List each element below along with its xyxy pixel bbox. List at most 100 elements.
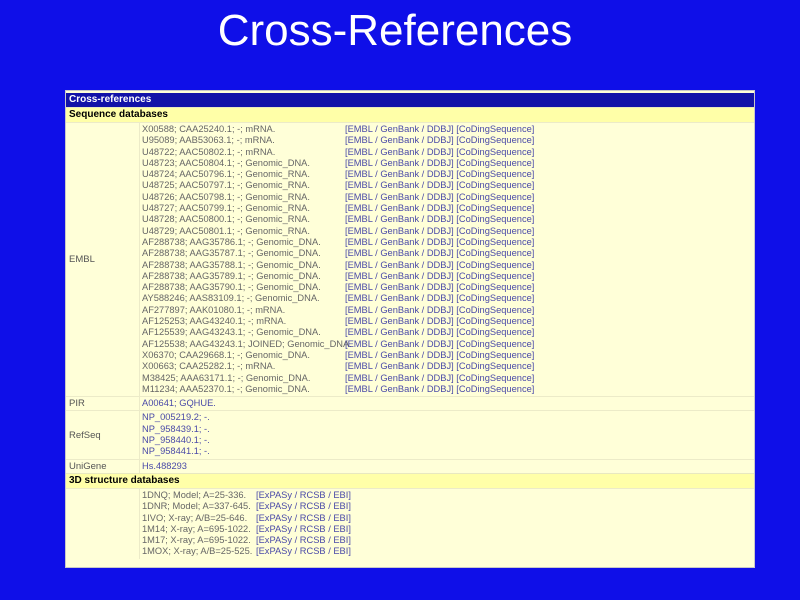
link-embl[interactable]: EMBL [348,384,373,394]
link-ddbj[interactable]: DDBJ [427,226,451,236]
link-ddbj[interactable]: DDBJ [427,282,451,292]
link-ebi[interactable]: EBI [333,513,348,523]
link-ddbj[interactable]: DDBJ [427,147,451,157]
link-genbank[interactable]: GenBank [380,293,419,303]
link-ebi[interactable]: EBI [333,501,348,511]
link-genbank[interactable]: GenBank [380,260,419,270]
link-genbank[interactable]: GenBank [380,361,419,371]
link-embl[interactable]: EMBL [348,271,373,281]
link-expasy[interactable]: ExPASy [259,501,292,511]
link-genbank[interactable]: GenBank [380,192,419,202]
link-ddbj[interactable]: DDBJ [427,339,451,349]
link-rcsb[interactable]: RCSB [300,501,326,511]
link-codingsequence[interactable]: CoDingSequence [459,350,532,360]
link-ddbj[interactable]: DDBJ [427,158,451,168]
link-codingsequence[interactable]: CoDingSequence [459,384,532,394]
link-embl[interactable]: EMBL [348,226,373,236]
link-genbank[interactable]: GenBank [380,316,419,326]
link-embl[interactable]: EMBL [348,373,373,383]
link-genbank[interactable]: GenBank [380,169,419,179]
link-codingsequence[interactable]: CoDingSequence [459,282,532,292]
link-ebi[interactable]: EBI [333,490,348,500]
link-genbank[interactable]: GenBank [380,271,419,281]
link-embl[interactable]: EMBL [348,350,373,360]
link-codingsequence[interactable]: CoDingSequence [459,339,532,349]
link-ddbj[interactable]: DDBJ [427,350,451,360]
link-rcsb[interactable]: RCSB [300,490,326,500]
link-embl[interactable]: EMBL [348,316,373,326]
link-codingsequence[interactable]: CoDingSequence [459,260,532,270]
link-expasy[interactable]: ExPASy [259,546,292,556]
link-codingsequence[interactable]: CoDingSequence [459,135,532,145]
link-ddbj[interactable]: DDBJ [427,192,451,202]
link-genbank[interactable]: GenBank [380,339,419,349]
link-embl[interactable]: EMBL [348,282,373,292]
link-expasy[interactable]: ExPASy [259,535,292,545]
link-embl[interactable]: EMBL [348,169,373,179]
link-embl[interactable]: EMBL [348,327,373,337]
link-ddbj[interactable]: DDBJ [427,124,451,134]
link-ddbj[interactable]: DDBJ [427,237,451,247]
refseq-entry-link[interactable]: NP_958440.1; -. [142,435,210,446]
link-genbank[interactable]: GenBank [380,214,419,224]
link-ddbj[interactable]: DDBJ [427,293,451,303]
link-genbank[interactable]: GenBank [380,327,419,337]
link-genbank[interactable]: GenBank [380,305,419,315]
link-ddbj[interactable]: DDBJ [427,180,451,190]
link-codingsequence[interactable]: CoDingSequence [459,271,532,281]
link-codingsequence[interactable]: CoDingSequence [459,248,532,258]
link-ebi[interactable]: EBI [333,524,348,534]
link-embl[interactable]: EMBL [348,214,373,224]
link-genbank[interactable]: GenBank [380,180,419,190]
link-embl[interactable]: EMBL [348,192,373,202]
link-codingsequence[interactable]: CoDingSequence [459,192,532,202]
link-ddbj[interactable]: DDBJ [427,327,451,337]
link-ddbj[interactable]: DDBJ [427,373,451,383]
link-embl[interactable]: EMBL [348,203,373,213]
link-rcsb[interactable]: RCSB [300,513,326,523]
link-genbank[interactable]: GenBank [380,158,419,168]
link-embl[interactable]: EMBL [348,124,373,134]
link-genbank[interactable]: GenBank [380,237,419,247]
link-codingsequence[interactable]: CoDingSequence [459,214,532,224]
link-embl[interactable]: EMBL [348,361,373,371]
link-ddbj[interactable]: DDBJ [427,260,451,270]
link-codingsequence[interactable]: CoDingSequence [459,305,532,315]
refseq-entry-link[interactable]: NP_958441.1; -. [142,446,210,457]
refseq-entry-link[interactable]: NP_958439.1; -. [142,424,210,435]
link-ddbj[interactable]: DDBJ [427,248,451,258]
link-embl[interactable]: EMBL [348,180,373,190]
link-ddbj[interactable]: DDBJ [427,361,451,371]
link-rcsb[interactable]: RCSB [300,524,326,534]
link-expasy[interactable]: ExPASy [259,513,292,523]
link-ddbj[interactable]: DDBJ [427,384,451,394]
pir-entry-link[interactable]: A00641; GQHUE. [142,398,216,409]
link-embl[interactable]: EMBL [348,147,373,157]
link-ddbj[interactable]: DDBJ [427,305,451,315]
link-codingsequence[interactable]: CoDingSequence [459,327,532,337]
link-codingsequence[interactable]: CoDingSequence [459,373,532,383]
link-rcsb[interactable]: RCSB [300,546,326,556]
link-codingsequence[interactable]: CoDingSequence [459,147,532,157]
link-rcsb[interactable]: RCSB [300,535,326,545]
link-embl[interactable]: EMBL [348,293,373,303]
link-embl[interactable]: EMBL [348,158,373,168]
link-genbank[interactable]: GenBank [380,282,419,292]
link-embl[interactable]: EMBL [348,260,373,270]
link-codingsequence[interactable]: CoDingSequence [459,226,532,236]
link-genbank[interactable]: GenBank [380,350,419,360]
link-ddbj[interactable]: DDBJ [427,271,451,281]
link-genbank[interactable]: GenBank [380,226,419,236]
link-ddbj[interactable]: DDBJ [427,135,451,145]
link-embl[interactable]: EMBL [348,339,373,349]
link-ddbj[interactable]: DDBJ [427,169,451,179]
link-codingsequence[interactable]: CoDingSequence [459,124,532,134]
link-embl[interactable]: EMBL [348,135,373,145]
link-codingsequence[interactable]: CoDingSequence [459,169,532,179]
link-genbank[interactable]: GenBank [380,147,419,157]
link-ebi[interactable]: EBI [333,535,348,545]
link-codingsequence[interactable]: CoDingSequence [459,203,532,213]
link-codingsequence[interactable]: CoDingSequence [459,237,532,247]
link-expasy[interactable]: ExPASy [259,524,292,534]
link-genbank[interactable]: GenBank [380,203,419,213]
